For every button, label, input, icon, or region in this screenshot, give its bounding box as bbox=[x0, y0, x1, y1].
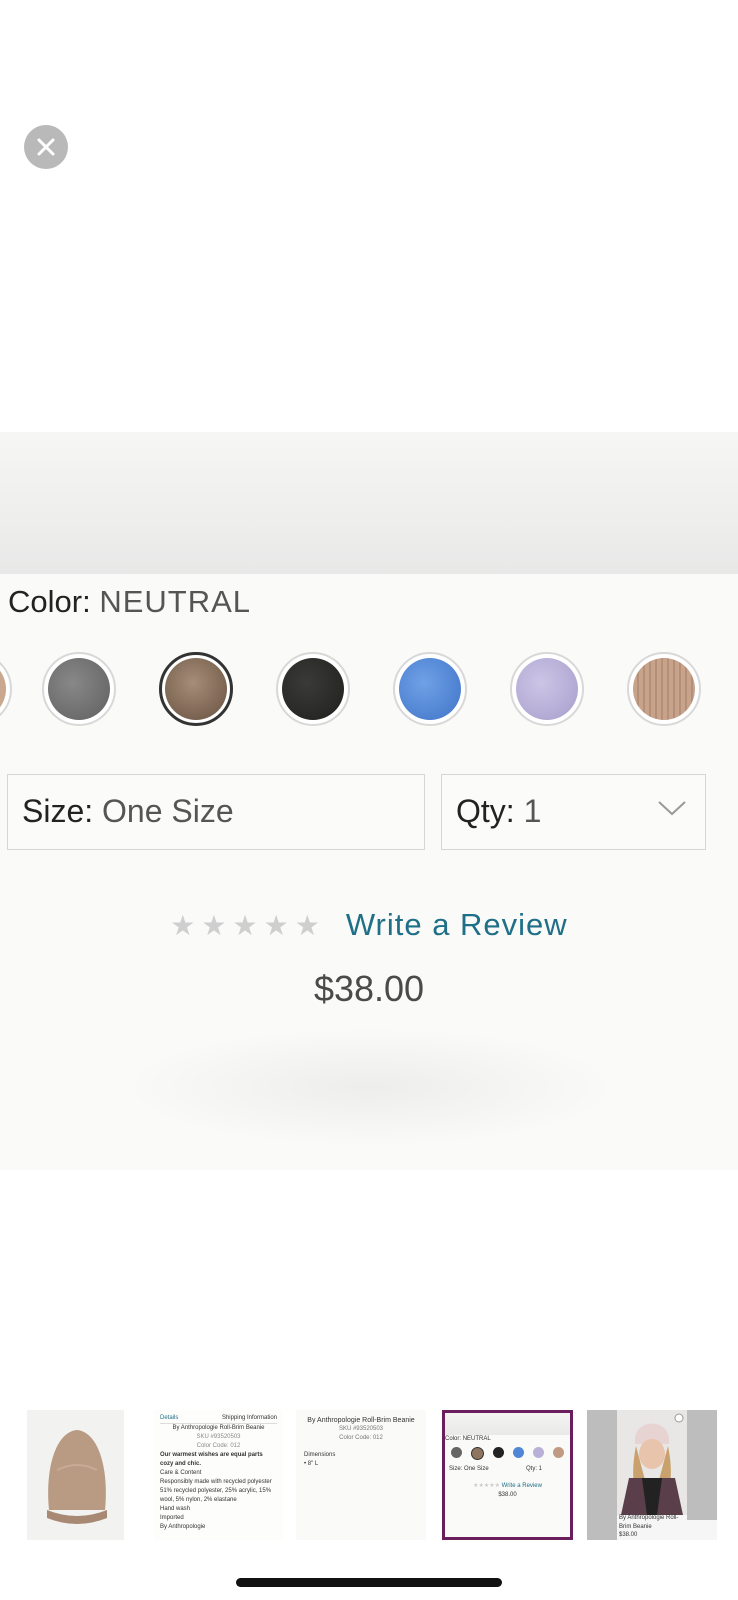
size-label: Size: bbox=[22, 793, 94, 829]
thumbnail-2[interactable]: Details Shipping Information By Anthropo… bbox=[154, 1410, 283, 1540]
rating-stars: ★★★★★ bbox=[170, 909, 326, 941]
t2-bullet: Imported bbox=[160, 1515, 184, 1521]
t2-sku: SKU #93520503 bbox=[196, 1434, 241, 1440]
t2-brand: By Anthropologie bbox=[160, 1524, 206, 1530]
swatch-neutral[interactable] bbox=[159, 652, 233, 726]
beanie-image bbox=[27, 1410, 124, 1540]
t5-name: By Anthropologie Roll-Brim Beanie bbox=[619, 1515, 679, 1530]
t3-sku: SKU #93520503 bbox=[338, 1426, 384, 1432]
t3-title: By Anthropologie Roll-Brim Beanie bbox=[307, 1417, 415, 1424]
thumbnail-3[interactable]: By Anthropologie Roll-Brim Beanie SKU #9… bbox=[296, 1410, 426, 1540]
t3-dimension: • 8" L bbox=[304, 1461, 319, 1467]
t2-bullet: 51% recycled polyester, 25% acrylic, 15%… bbox=[160, 1488, 272, 1503]
t2-bullet: Hand wash bbox=[160, 1506, 191, 1512]
t2-care-heading: Care & Content bbox=[160, 1470, 202, 1476]
color-label: Color: bbox=[8, 584, 91, 619]
size-value: One Size bbox=[102, 793, 234, 829]
t4-review-row: ★★★★★ Write a Review bbox=[445, 1482, 570, 1491]
tab-shipping: Shipping Information bbox=[221, 1415, 277, 1421]
zoomed-product-image[interactable]: Color: NEUTRAL Size: One Size Qty: 1 ★★★… bbox=[0, 432, 738, 1170]
tab-details: Details bbox=[160, 1415, 179, 1421]
close-button[interactable] bbox=[24, 125, 68, 169]
t3-dimensions-heading: Dimensions bbox=[304, 1452, 336, 1458]
t4-qty: Qty: 1 bbox=[525, 1466, 542, 1472]
quantity-dropdown[interactable]: Qty: 1 bbox=[441, 774, 706, 850]
thumbnail-1[interactable] bbox=[27, 1410, 124, 1540]
t3-color-code: Color Code: 012 bbox=[339, 1435, 383, 1441]
swatch-black[interactable] bbox=[276, 652, 350, 726]
home-indicator bbox=[236, 1578, 502, 1587]
color-value: NEUTRAL bbox=[99, 584, 252, 619]
product-price: $38.00 bbox=[313, 968, 425, 1009]
swatch-lavender[interactable] bbox=[510, 652, 584, 726]
qty-value: 1 bbox=[523, 793, 542, 829]
color-selection-label: Color: NEUTRAL bbox=[8, 584, 251, 620]
t4-size: Size: One Size bbox=[449, 1466, 489, 1472]
t4-color-label: Color: bbox=[445, 1436, 462, 1442]
t4-stars: ★★★★★ bbox=[473, 1483, 500, 1489]
t2-blurb: Our warmest wishes are equal parts cozy … bbox=[160, 1452, 263, 1467]
write-review-link[interactable]: Write a Review bbox=[346, 907, 568, 943]
t2-color-code: Color Code: 012 bbox=[196, 1443, 241, 1449]
t4-review: Write a Review bbox=[501, 1483, 542, 1489]
review-row: ★★★★★ Write a Review bbox=[0, 902, 738, 948]
t3-dimension-value: 8" L bbox=[307, 1461, 319, 1467]
t2-bullet: Responsibly made with recycled polyester bbox=[160, 1479, 272, 1485]
thumbnail-4[interactable]: Color: NEUTRAL Size: One Size Qty: 1 ★★★… bbox=[442, 1410, 573, 1540]
image-gradient bbox=[0, 432, 738, 574]
t2-title: By Anthropologie Roll-Brim Beanie bbox=[172, 1425, 265, 1431]
color-swatches bbox=[0, 652, 738, 732]
t5-price: $38.00 bbox=[619, 1532, 638, 1538]
swatch-blue[interactable] bbox=[393, 652, 467, 726]
t4-swatches bbox=[445, 1444, 570, 1463]
chevron-down-icon bbox=[658, 801, 686, 816]
t4-color: Color: NEUTRAL bbox=[445, 1435, 570, 1444]
thumbnail-strip: Details Shipping Information By Anthropo… bbox=[0, 1410, 738, 1544]
swatch-partial[interactable] bbox=[0, 652, 12, 726]
thumbnail-5[interactable]: By Anthropologie Roll-Brim Beanie $38.00 bbox=[587, 1410, 717, 1540]
size-selector[interactable]: Size: One Size bbox=[7, 774, 425, 850]
close-icon bbox=[37, 138, 55, 156]
image-shadow bbox=[120, 1027, 620, 1147]
qty-label: Qty: bbox=[456, 793, 515, 829]
swatch-grey[interactable] bbox=[42, 652, 116, 726]
swatch-camel[interactable] bbox=[627, 652, 701, 726]
t4-price: $38.00 bbox=[498, 1492, 517, 1498]
t4-color-value: NEUTRAL bbox=[462, 1436, 491, 1442]
